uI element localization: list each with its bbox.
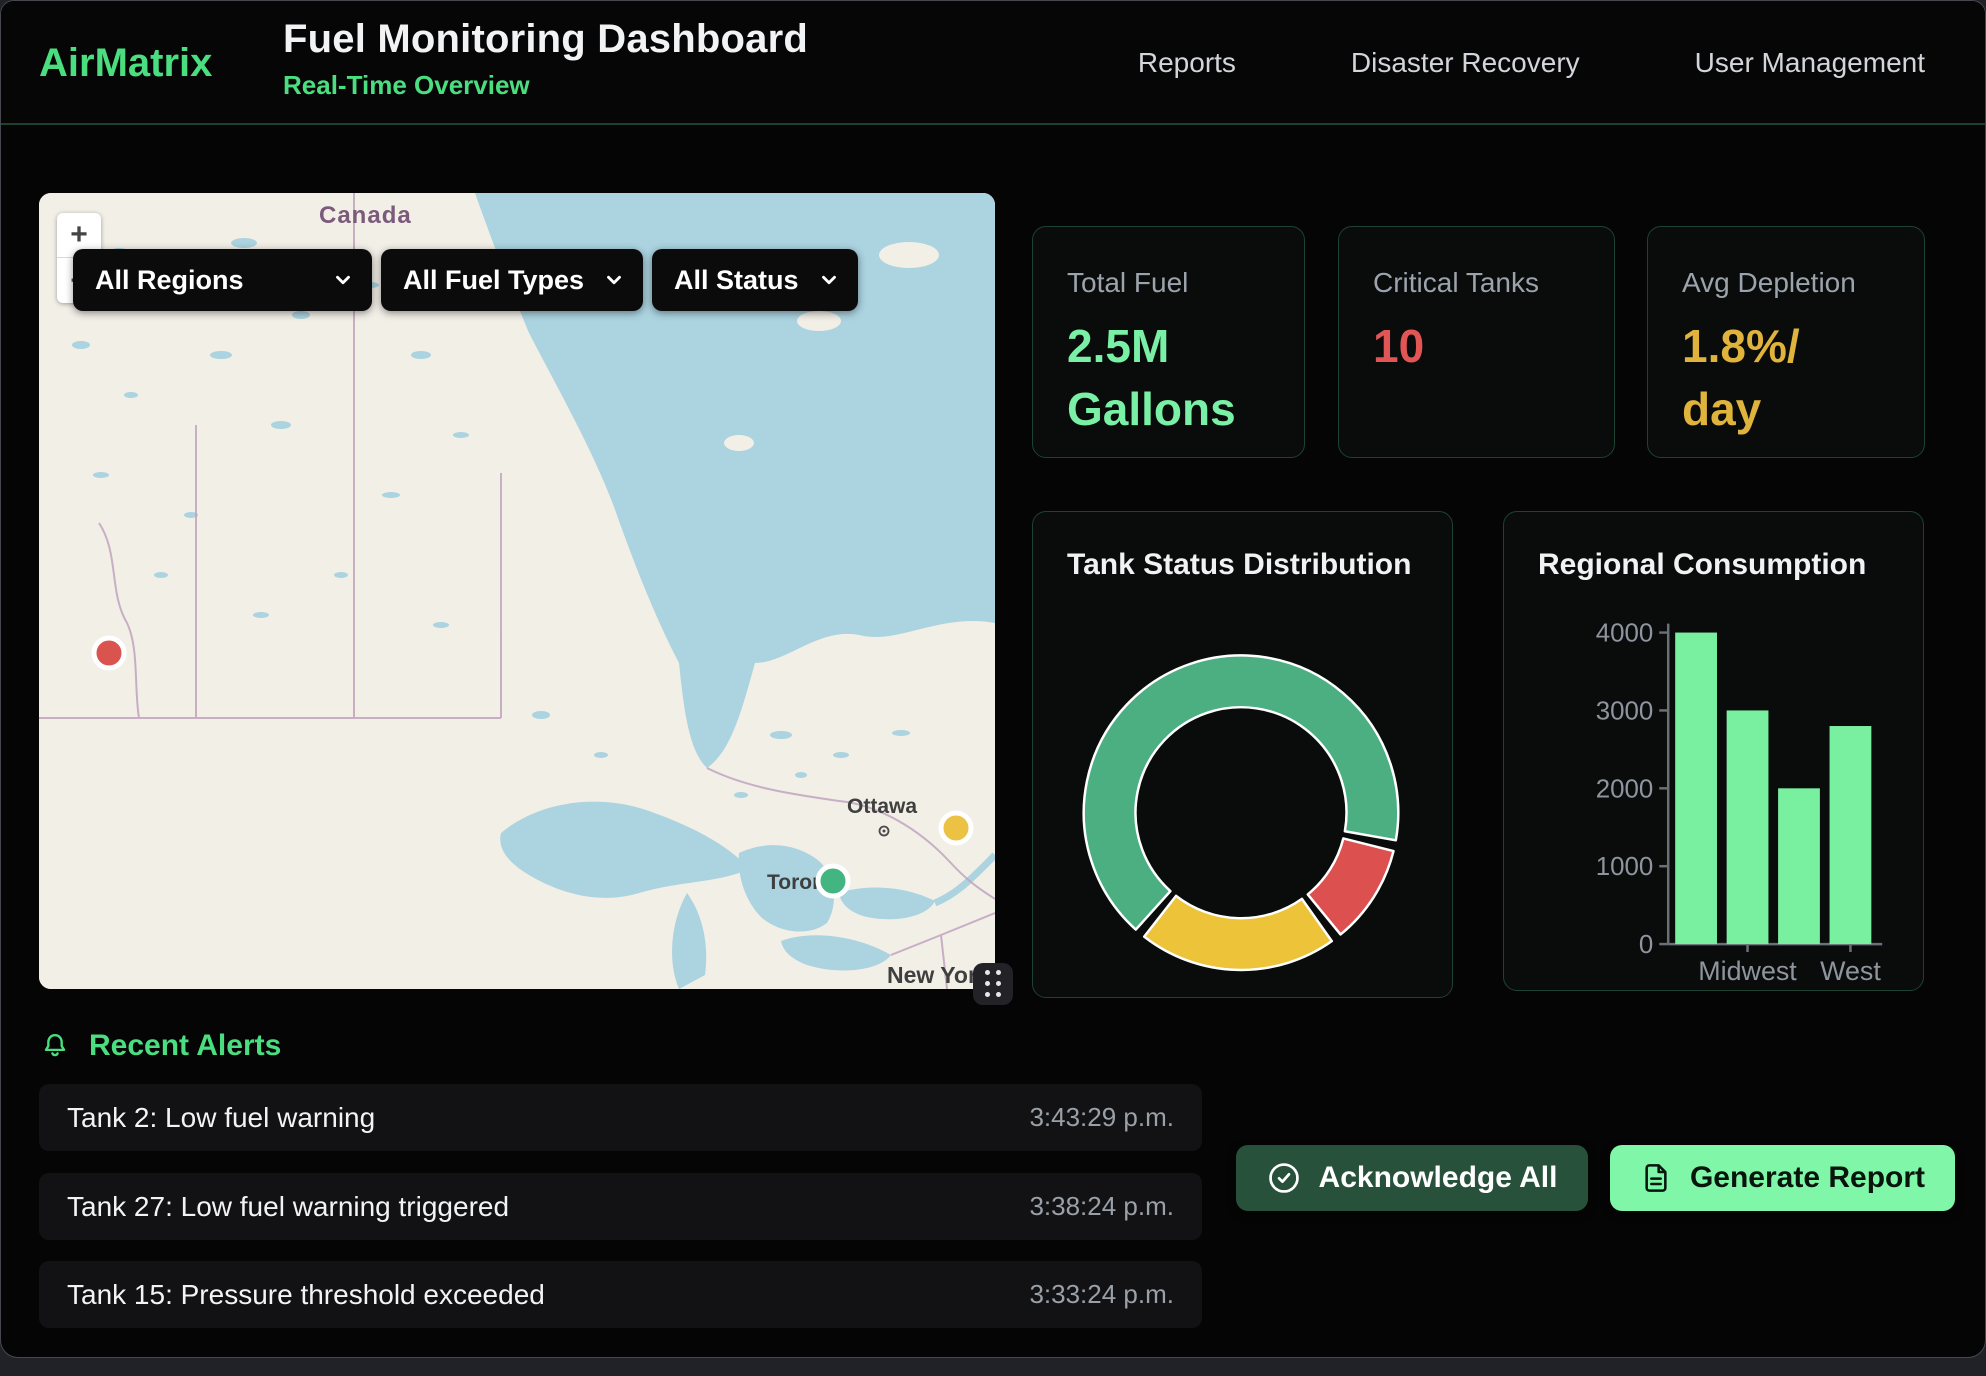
stat-value: 1.8%/day [1682,315,1890,442]
recent-alerts-label: Recent Alerts [89,1029,281,1063]
bar-region-2 [1778,788,1820,944]
alert-message: Tank 15: Pressure threshold exceeded [67,1279,545,1311]
page-subtitle: Real-Time Overview [283,70,808,101]
map-label-canada: Canada [319,202,412,229]
alert-time: 3:43:29 p.m. [1029,1102,1174,1133]
map-svg: Canada Ottawa Toronto New York [39,193,995,989]
map-town-dot-center [883,830,886,833]
regional-consumption-title: Regional Consumption [1538,548,1866,582]
map-island [724,435,754,451]
alert-message: Tank 27: Low fuel warning triggered [67,1191,509,1223]
nav-disaster-recovery[interactable]: Disaster Recovery [1351,47,1580,79]
region-filter-value: All Regions [95,265,244,296]
stat-card-critical-tanks: Critical Tanks 10 [1338,226,1615,458]
app-logo: AirMatrix [39,41,212,86]
stat-value: 10 [1373,315,1580,378]
stat-label: Avg Depletion [1682,267,1890,299]
y-tick-label: 3000 [1596,697,1654,725]
generate-report-label: Generate Report [1690,1161,1925,1195]
dashboard-root: AirMatrix Fuel Monitoring Dashboard Real… [0,0,1986,1358]
status-filter-dropdown[interactable]: All Status [652,249,858,311]
stat-card-avg-depletion: Avg Depletion 1.8%/day [1647,226,1925,458]
bar-region-3 [1830,726,1872,944]
map-island [879,242,939,268]
map-panel: Canada Ottawa Toronto New York + − All R… [39,193,995,989]
nav-user-management[interactable]: User Management [1695,47,1925,79]
region-filter-dropdown[interactable]: All Regions [73,249,372,311]
generate-report-button[interactable]: Generate Report [1610,1145,1955,1211]
title-block: Fuel Monitoring Dashboard Real-Time Over… [283,17,808,101]
main-nav: Reports Disaster Recovery User Managemen… [1138,1,1925,125]
bar-region-1 [1727,710,1769,944]
alert-time: 3:38:24 p.m. [1029,1191,1174,1222]
fuel-type-filter-value: All Fuel Types [403,265,584,296]
chevron-down-icon [332,269,354,291]
y-tick-label: 0 [1639,931,1653,959]
map-canvas[interactable]: Canada Ottawa Toronto New York + − All R… [39,193,995,989]
alert-row[interactable]: Tank 27: Low fuel warning triggered 3:38… [39,1173,1202,1240]
donut-segment-warning [1144,896,1332,970]
tank-status-donut-chart [1033,512,1452,997]
alert-message: Tank 2: Low fuel warning [67,1102,375,1134]
alert-time: 3:33:24 p.m. [1029,1279,1174,1310]
fuel-type-filter-dropdown[interactable]: All Fuel Types [381,249,643,311]
acknowledge-all-button[interactable]: Acknowledge All [1236,1145,1588,1211]
check-circle-icon [1267,1161,1301,1195]
map-marker-normal[interactable] [818,866,848,896]
stat-label: Total Fuel [1067,267,1270,299]
y-tick-label: 4000 [1596,620,1654,648]
bell-icon [41,1030,69,1062]
map-label-ottawa: Ottawa [847,795,917,818]
donut-segment-critical [1308,838,1394,934]
stat-card-total-fuel: Total Fuel 2.5MGallons [1032,226,1305,458]
regional-consumption-card: Regional Consumption 0 1000 2000 3000 4000 Mi… [1503,511,1924,991]
x-tick-label: West [1820,956,1881,986]
stat-value: 2.5MGallons [1067,315,1270,442]
chevron-down-icon [603,269,625,291]
map-marker-critical[interactable] [94,638,124,668]
page-title: Fuel Monitoring Dashboard [283,17,808,62]
recent-alerts-heading: Recent Alerts [41,1029,281,1063]
x-tick-label: Midwest [1698,956,1797,986]
bar-region-0 [1675,633,1717,945]
status-filter-value: All Status [674,265,799,296]
header: AirMatrix Fuel Monitoring Dashboard Real… [1,1,1985,125]
map-marker-warning[interactable] [941,813,971,843]
y-tick-label: 1000 [1596,853,1654,881]
nav-reports[interactable]: Reports [1138,47,1236,79]
y-tick-label: 2000 [1596,775,1654,803]
file-text-icon [1640,1161,1672,1195]
tank-status-title: Tank Status Distribution [1067,548,1411,582]
acknowledge-all-label: Acknowledge All [1319,1161,1558,1195]
chevron-down-icon [818,269,840,291]
map-resize-handle[interactable] [973,963,1013,1005]
stat-label: Critical Tanks [1373,267,1580,299]
alert-row[interactable]: Tank 15: Pressure threshold exceeded 3:3… [39,1261,1202,1328]
map-island [797,311,841,331]
tank-status-card: Tank Status Distribution [1032,511,1453,998]
regional-consumption-bar-chart: 0 1000 2000 3000 4000 Midwest West [1504,512,1923,990]
map-filters: All Regions All Fuel Types All Status [73,249,858,311]
alert-row[interactable]: Tank 2: Low fuel warning 3:43:29 p.m. [39,1084,1202,1151]
